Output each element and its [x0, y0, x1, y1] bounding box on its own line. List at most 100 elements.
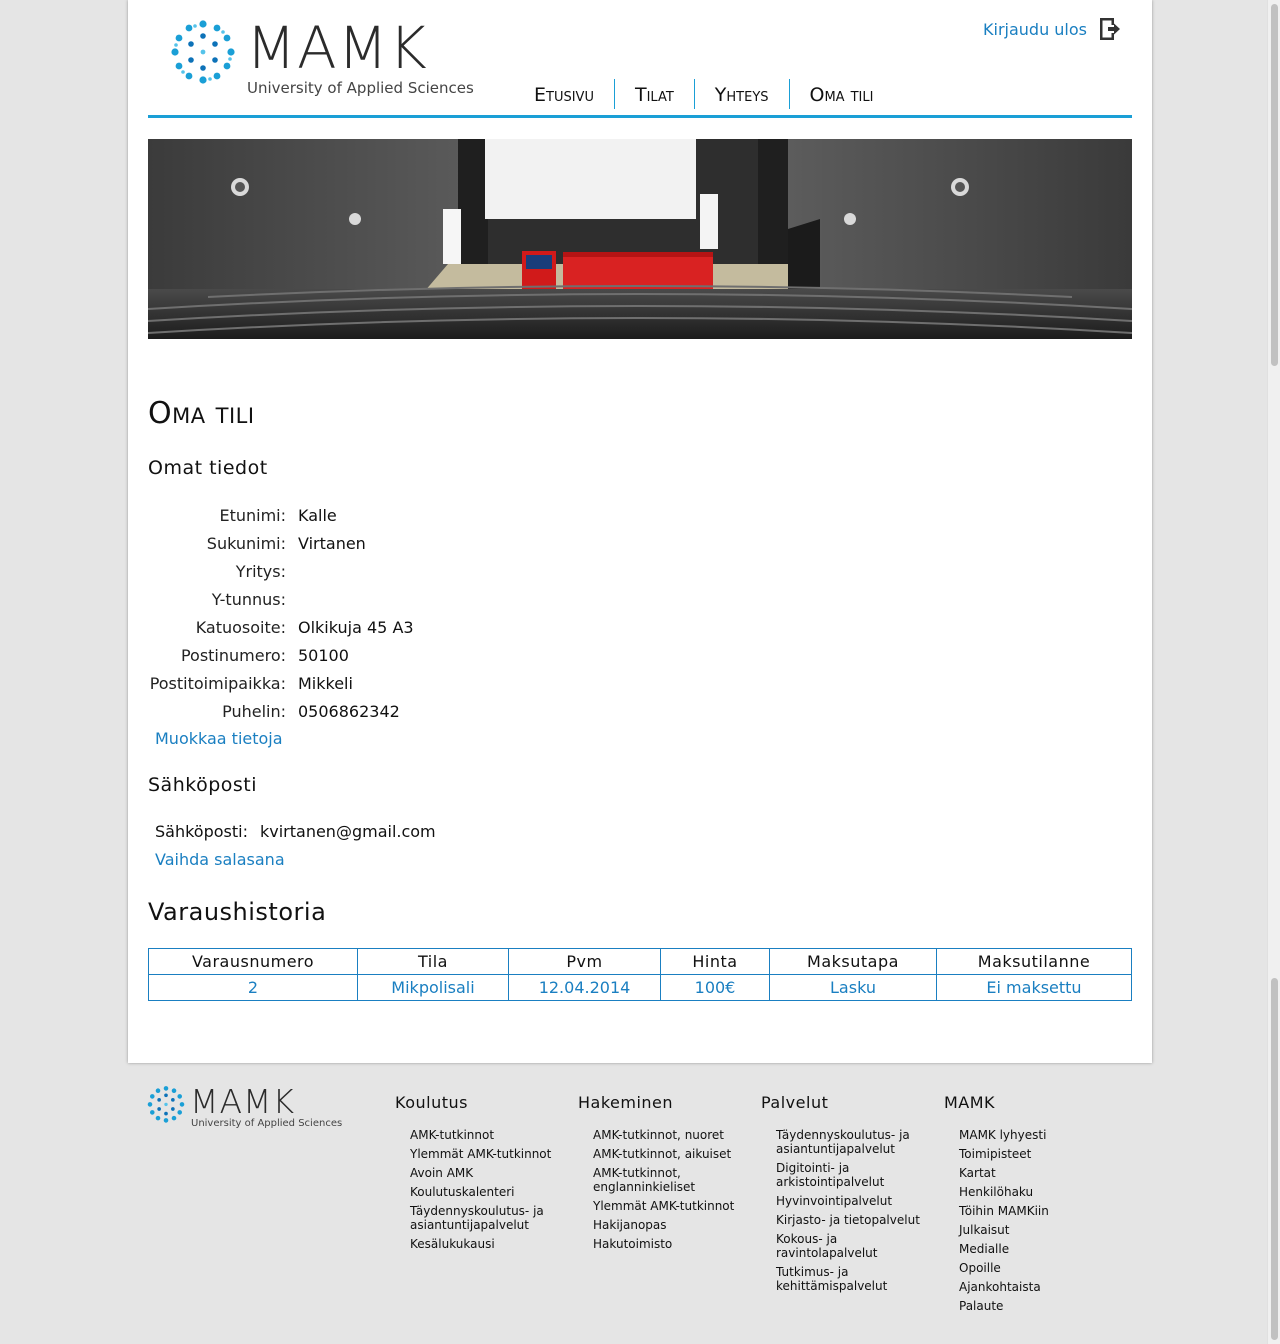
info-row-postinumero: Postinumero: 50100 — [148, 641, 548, 669]
footer-link[interactable]: AMK-tutkinnot, aikuiset — [593, 1147, 748, 1161]
info-label: Puhelin: — [222, 701, 286, 721]
footer-logo[interactable]: MAMK University of Applied Sciences — [146, 1082, 342, 1133]
nav-divider — [148, 115, 1132, 118]
cell-tila[interactable]: Mikpolisali — [357, 974, 509, 1001]
footer-link[interactable]: Digitointi- ja arkistointipalvelut — [776, 1161, 931, 1189]
footer-link[interactable]: Kirjasto- ja tietopalvelut — [776, 1213, 931, 1227]
personal-info-heading: Omat tiedot — [148, 457, 268, 479]
footer-link[interactable]: Tutkimus- ja kehittämispalvelut — [776, 1265, 931, 1293]
info-label: Katuosoite: — [195, 617, 286, 637]
info-label: Yritys: — [235, 561, 286, 581]
footer-link[interactable]: Avoin AMK — [410, 1166, 565, 1180]
footer-col-koulutus: Koulutus AMK-tutkinnot Ylemmät AMK-tutki… — [395, 1093, 565, 1256]
info-label: Etunimi: — [219, 505, 286, 525]
cell-varausnumero[interactable]: 2 — [148, 974, 358, 1001]
footer-link[interactable]: Hyvinvointipalvelut — [776, 1194, 931, 1208]
footer-link[interactable]: Julkaisut — [959, 1223, 1114, 1237]
footer-logo-wordmark: MAMK — [190, 1082, 296, 1121]
footer-col-title: Hakeminen — [578, 1093, 674, 1112]
cell-hinta[interactable]: 100€ — [660, 974, 770, 1001]
col-maksutilanne: Maksutilanne — [936, 948, 1132, 975]
col-varausnumero: Varausnumero — [148, 948, 358, 975]
footer-link[interactable]: Hakijanopas — [593, 1218, 748, 1232]
footer-link[interactable]: Henkilöhaku — [959, 1185, 1114, 1199]
change-password-link[interactable]: Vaihda salasana — [155, 850, 285, 869]
page-title: Oma tili — [148, 396, 255, 431]
footer-link[interactable]: AMK-tutkinnot, nuoret — [593, 1128, 748, 1142]
info-row-yritys: Yritys: — [148, 557, 548, 585]
mamk-logo[interactable]: MAMK University of Applied Sciences — [168, 18, 498, 100]
info-row-y-tunnus: Y-tunnus: — [148, 585, 548, 613]
footer-col-title: MAMK — [944, 1093, 996, 1112]
info-row-sukunimi: Sukunimi: Virtanen — [148, 529, 548, 557]
footer-link[interactable]: Toimipisteet — [959, 1147, 1114, 1161]
logout-label: Kirjaudu ulos — [983, 19, 1087, 39]
footer-link[interactable]: Kokous- ja ravintolapalvelut — [776, 1232, 931, 1260]
info-value: 0506862342 — [298, 701, 400, 721]
footer-col-palvelut: Palvelut Täydennyskoulutus- ja asiantunt… — [761, 1093, 931, 1298]
email-heading: Sähköposti — [148, 774, 258, 796]
history-heading: Varaushistoria — [148, 898, 327, 926]
footer-link[interactable]: Täydennyskoulutus- ja asiantuntijapalvel… — [776, 1128, 931, 1156]
footer-link[interactable]: Ajankohtaista — [959, 1280, 1114, 1294]
table-header-row: Varausnumero Tila Pvm Hinta Maksutapa Ma… — [148, 948, 1132, 975]
info-value: Kalle — [298, 505, 337, 525]
table-row[interactable]: 2 Mikpolisali 12.04.2014 100€ Lasku Ei m… — [148, 974, 1132, 1001]
footer-link[interactable]: Täydennyskoulutus- ja asiantuntijapalvel… — [410, 1204, 565, 1232]
footer-link[interactable]: Opoille — [959, 1261, 1114, 1275]
reservation-history-table: Varausnumero Tila Pvm Hinta Maksutapa Ma… — [148, 948, 1132, 1001]
logo-dots-icon — [171, 20, 235, 84]
footer-link[interactable]: Ylemmät AMK-tutkinnot — [593, 1199, 748, 1213]
lecture-hall-banner — [148, 139, 1132, 339]
nav-etusivu[interactable]: Etusivu — [514, 79, 614, 109]
footer-link[interactable]: Ylemmät AMK-tutkinnot — [410, 1147, 565, 1161]
email-row: Sähköposti: kvirtanen@gmail.com — [155, 822, 436, 841]
footer-link[interactable]: Kesälukukausi — [410, 1237, 565, 1251]
logout-icon — [1100, 18, 1120, 40]
info-row-etunimi: Etunimi: Kalle — [148, 501, 548, 529]
logo-dots-icon — [147, 1086, 185, 1123]
info-label: Postinumero: — [180, 645, 286, 665]
logo-subtitle: University of Applied Sciences — [247, 79, 474, 97]
info-value: 50100 — [298, 645, 349, 665]
email-label: Sähköposti: — [155, 822, 248, 841]
footer-logo-subtitle: University of Applied Sciences — [191, 1118, 343, 1129]
info-label: Sukunimi: — [206, 533, 286, 553]
nav-yhteys[interactable]: Yhteys — [693, 79, 789, 109]
info-value: Olkikuja 45 A3 — [298, 617, 414, 637]
footer-link[interactable]: Palaute — [959, 1299, 1114, 1313]
lecture-hall-photo — [148, 139, 1132, 339]
footer-link[interactable]: Koulutuskalenteri — [410, 1185, 565, 1199]
cell-maksutilanne[interactable]: Ei maksettu — [936, 974, 1132, 1001]
footer-link[interactable]: AMK-tutkinnot, englanninkieliset — [593, 1166, 748, 1194]
col-hinta: Hinta — [660, 948, 770, 975]
footer-link[interactable]: Töihin MAMKiin — [959, 1204, 1114, 1218]
main-nav: Etusivu Tilat Yhteys Oma tili — [514, 79, 893, 109]
footer-link[interactable]: MAMK lyhyesti — [959, 1128, 1114, 1142]
info-row-postitoimipaikka: Postitoimipaikka: Mikkeli — [148, 669, 548, 697]
nav-oma-tili[interactable]: Oma tili — [788, 79, 894, 109]
page-scrollbar[interactable] — [1267, 0, 1280, 1344]
info-row-katuosoite: Katuosoite: Olkikuja 45 A3 — [148, 613, 548, 641]
email-value: kvirtanen@gmail.com — [259, 822, 436, 841]
footer-link[interactable]: AMK-tutkinnot — [410, 1128, 565, 1142]
info-label: Postitoimipaikka: — [149, 673, 286, 693]
footer-link[interactable]: Hakutoimisto — [593, 1237, 748, 1251]
scrollbar-thumb[interactable] — [1271, 4, 1278, 366]
cell-pvm[interactable]: 12.04.2014 — [508, 974, 661, 1001]
col-maksutapa: Maksutapa — [769, 948, 937, 975]
nav-tilat[interactable]: Tilat — [613, 79, 694, 109]
cell-maksutapa[interactable]: Lasku — [769, 974, 937, 1001]
edit-info-link[interactable]: Muokkaa tietoja — [155, 729, 283, 748]
info-value: Mikkeli — [298, 673, 353, 693]
footer-col-title: Koulutus — [395, 1093, 468, 1112]
footer-col-title: Palvelut — [761, 1093, 829, 1112]
scrollbar-thumb-secondary[interactable] — [1271, 978, 1278, 1340]
footer-col-hakeminen: Hakeminen AMK-tutkinnot, nuoret AMK-tutk… — [578, 1093, 748, 1256]
footer-link[interactable]: Kartat — [959, 1166, 1114, 1180]
footer-link[interactable]: Medialle — [959, 1242, 1114, 1256]
footer-col-mamk: MAMK MAMK lyhyesti Toimipisteet Kartat H… — [944, 1093, 1114, 1318]
logout-link[interactable]: Kirjaudu ulos — [983, 16, 1121, 42]
col-pvm: Pvm — [508, 948, 661, 975]
info-label: Y-tunnus: — [211, 589, 286, 609]
